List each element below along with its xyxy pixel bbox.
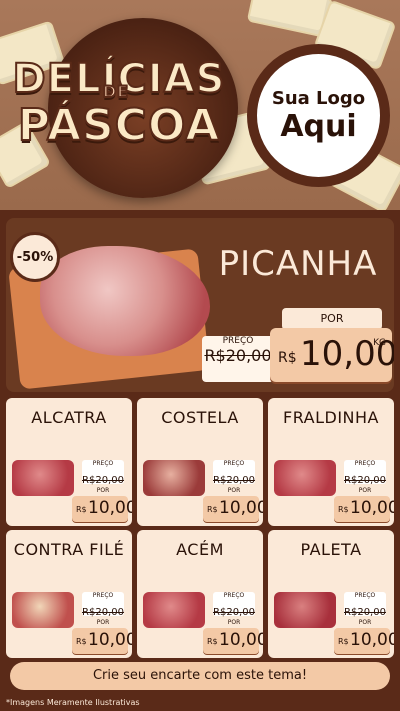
product-name: ALCATRA xyxy=(31,408,107,427)
por-label: POR xyxy=(227,619,241,626)
old-price-box: PREÇO R$20,00 xyxy=(213,460,255,486)
currency-label: R$ xyxy=(207,505,218,514)
unit-label: KG xyxy=(373,338,386,348)
product-price: R$ 10,00 xyxy=(334,496,394,522)
product-card[interactable]: PALETA PREÇO R$20,00 POR R$ 10,00 xyxy=(268,530,394,658)
preco-label: PREÇO xyxy=(92,460,114,467)
preco-label: PREÇO xyxy=(223,592,245,599)
featured-product-card[interactable]: -50% PICANHA POR PREÇO R$20,00 R$ 10,00 … xyxy=(6,218,394,392)
old-price: R$20,00 xyxy=(213,607,255,618)
product-price: R$ 10,00 xyxy=(72,628,132,654)
currency-label: R$ xyxy=(76,637,87,646)
preco-label: PREÇO xyxy=(354,592,376,599)
old-price-box: PREÇO R$20,00 xyxy=(213,592,255,618)
old-price: R$20,00 xyxy=(344,607,386,618)
product-card[interactable]: CONTRA FILÉ PREÇO R$20,00 POR R$ 10,00 xyxy=(6,530,132,658)
por-label: POR xyxy=(227,487,241,494)
product-price: R$ 10,00 xyxy=(72,496,132,522)
por-label: POR xyxy=(358,487,372,494)
por-label: POR xyxy=(96,487,110,494)
title-de: DE xyxy=(102,81,130,102)
product-name: ACÉM xyxy=(176,540,224,559)
currency-label: R$ xyxy=(338,637,349,646)
meat-image xyxy=(143,460,205,496)
product-card[interactable]: FRALDINHA PREÇO R$20,00 POR R$ 10,00 xyxy=(268,398,394,526)
currency-label: R$ xyxy=(207,637,218,646)
cta-button[interactable]: Crie seu encarte com este tema! xyxy=(10,662,390,690)
meat-image xyxy=(274,460,336,496)
meat-image xyxy=(12,460,74,496)
product-card[interactable]: ALCATRA PREÇO R$20,00 POR R$ 10,00 xyxy=(6,398,132,526)
price-value: 10,00 xyxy=(350,498,394,518)
product-name: COSTELA xyxy=(161,408,239,427)
old-price-box: PREÇO R$20,00 xyxy=(82,592,124,618)
logo-placeholder[interactable]: Sua Logo Aqui xyxy=(247,44,390,187)
discount-badge: -50% xyxy=(10,232,60,282)
old-price: R$20,00 xyxy=(344,475,386,486)
product-name: FRALDINHA xyxy=(282,408,379,427)
product-price: R$ 10,00 xyxy=(203,628,263,654)
old-price: R$20,00 xyxy=(82,607,124,618)
currency-label: R$ xyxy=(338,505,349,514)
por-label: POR xyxy=(282,308,382,330)
header-banner: DELÍCIAS DE PÁSCOA Sua Logo Aqui xyxy=(0,0,400,210)
old-price-box: PREÇO R$20,00 xyxy=(344,460,386,486)
price-value: 10,00 xyxy=(219,630,263,650)
logo-line2: Aqui xyxy=(280,108,357,144)
price-value: 10,00 xyxy=(350,630,394,650)
meat-image xyxy=(12,592,74,628)
preco-label: PREÇO xyxy=(223,460,245,467)
price-value: 10,00 xyxy=(88,498,132,518)
title-pascoa: PÁSCOA xyxy=(17,99,221,152)
old-price: R$20,00 xyxy=(213,475,255,486)
logo-line1: Sua Logo xyxy=(271,87,366,109)
product-card[interactable]: COSTELA PREÇO R$20,00 POR R$ 10,00 xyxy=(137,398,263,526)
por-label: POR xyxy=(358,619,372,626)
preco-label: PREÇO xyxy=(222,336,254,346)
featured-price: R$ 10,00 KG xyxy=(270,328,394,382)
footnote: *Imagens Meramente Ilustrativas xyxy=(6,698,140,707)
preco-label: PREÇO xyxy=(354,460,376,467)
old-price-box: PREÇO R$20,00 xyxy=(344,592,386,618)
old-price: R$20,00 xyxy=(82,475,124,486)
old-price: R$20,00 xyxy=(204,346,272,365)
product-price: R$ 10,00 xyxy=(203,496,263,522)
product-name: PALETA xyxy=(300,540,362,559)
meat-image xyxy=(143,592,205,628)
currency-label: R$ xyxy=(278,350,297,366)
price-value: 10,00 xyxy=(219,498,263,518)
product-name: CONTRA FILÉ xyxy=(13,540,125,559)
meat-image xyxy=(274,592,336,628)
currency-label: R$ xyxy=(76,505,87,514)
por-label: POR xyxy=(96,619,110,626)
old-price-box: PREÇO R$20,00 xyxy=(202,336,274,382)
preco-label: PREÇO xyxy=(92,592,114,599)
product-card[interactable]: ACÉM PREÇO R$20,00 POR R$ 10,00 xyxy=(137,530,263,658)
price-value: 10,00 xyxy=(88,630,132,650)
featured-product-name: PICANHA xyxy=(218,244,378,284)
product-price: R$ 10,00 xyxy=(334,628,394,654)
old-price-box: PREÇO R$20,00 xyxy=(82,460,124,486)
